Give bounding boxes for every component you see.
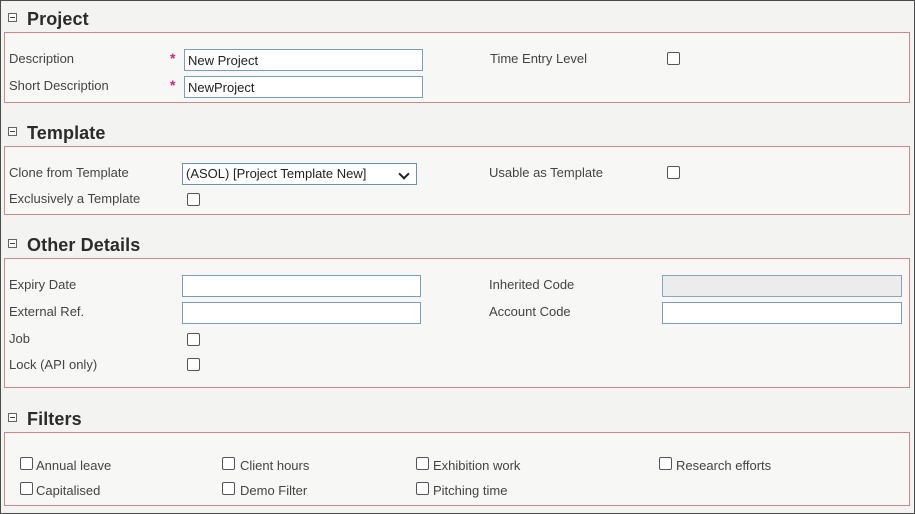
filter-label: Demo Filter	[240, 483, 308, 498]
filter-label: Capitalised	[36, 483, 101, 498]
section-title-project: Project	[27, 9, 89, 29]
usable-as-template-checkbox[interactable]	[667, 166, 680, 179]
external-ref-label: External Ref.	[9, 304, 85, 319]
filter-label: Client hours	[240, 458, 310, 473]
time-entry-level-checkbox[interactable]	[667, 52, 680, 65]
filter-label: Pitching time	[433, 483, 508, 498]
usable-as-template-label: Usable as Template	[489, 165, 603, 180]
chevron-down-icon	[398, 168, 410, 180]
required-marker: *	[170, 50, 176, 66]
clone-from-template-label: Clone from Template	[9, 165, 129, 180]
clone-from-template-select[interactable]: (ASOL) [Project Template New]	[182, 163, 417, 185]
collapse-project-icon[interactable]	[8, 13, 17, 22]
filter-checkbox[interactable]	[20, 457, 33, 470]
filter-checkbox[interactable]	[659, 457, 672, 470]
description-label: Description	[9, 51, 75, 66]
external-ref-input[interactable]	[182, 302, 421, 324]
account-code-label: Account Code	[489, 304, 571, 319]
filter-checkbox[interactable]	[416, 482, 429, 495]
job-label: Job	[9, 331, 30, 346]
lock-checkbox[interactable]	[187, 358, 200, 371]
project-panel	[4, 32, 910, 103]
filter-label: Exhibition work	[433, 458, 521, 473]
filter-checkbox[interactable]	[222, 457, 235, 470]
account-code-input[interactable]	[662, 302, 902, 324]
inherited-code-label: Inherited Code	[489, 277, 575, 292]
filter-checkbox[interactable]	[222, 482, 235, 495]
filter-label: Annual leave	[36, 458, 112, 473]
section-title-other-details: Other Details	[27, 235, 141, 255]
section-title-template: Template	[27, 123, 106, 143]
inherited-code-input	[662, 275, 902, 297]
filter-label: Research efforts	[676, 458, 772, 473]
expiry-date-label: Expiry Date	[9, 277, 77, 292]
collapse-template-icon[interactable]	[8, 127, 17, 136]
section-title-filters: Filters	[27, 409, 82, 429]
collapse-other-details-icon[interactable]	[8, 239, 17, 248]
expiry-date-input[interactable]	[182, 275, 421, 297]
time-entry-level-label: Time Entry Level	[490, 51, 588, 66]
exclusively-template-checkbox[interactable]	[187, 193, 200, 206]
short-description-input[interactable]	[184, 76, 423, 98]
filter-checkbox[interactable]	[20, 482, 33, 495]
filter-checkbox[interactable]	[416, 457, 429, 470]
clone-from-template-value: (ASOL) [Project Template New]	[186, 166, 367, 181]
collapse-filters-icon[interactable]	[8, 413, 17, 422]
required-marker: *	[170, 77, 176, 93]
short-description-label: Short Description	[9, 78, 109, 93]
lock-label: Lock (API only)	[9, 357, 98, 372]
description-input[interactable]	[184, 49, 423, 71]
job-checkbox[interactable]	[187, 333, 200, 346]
exclusively-template-label: Exclusively a Template	[9, 191, 141, 206]
